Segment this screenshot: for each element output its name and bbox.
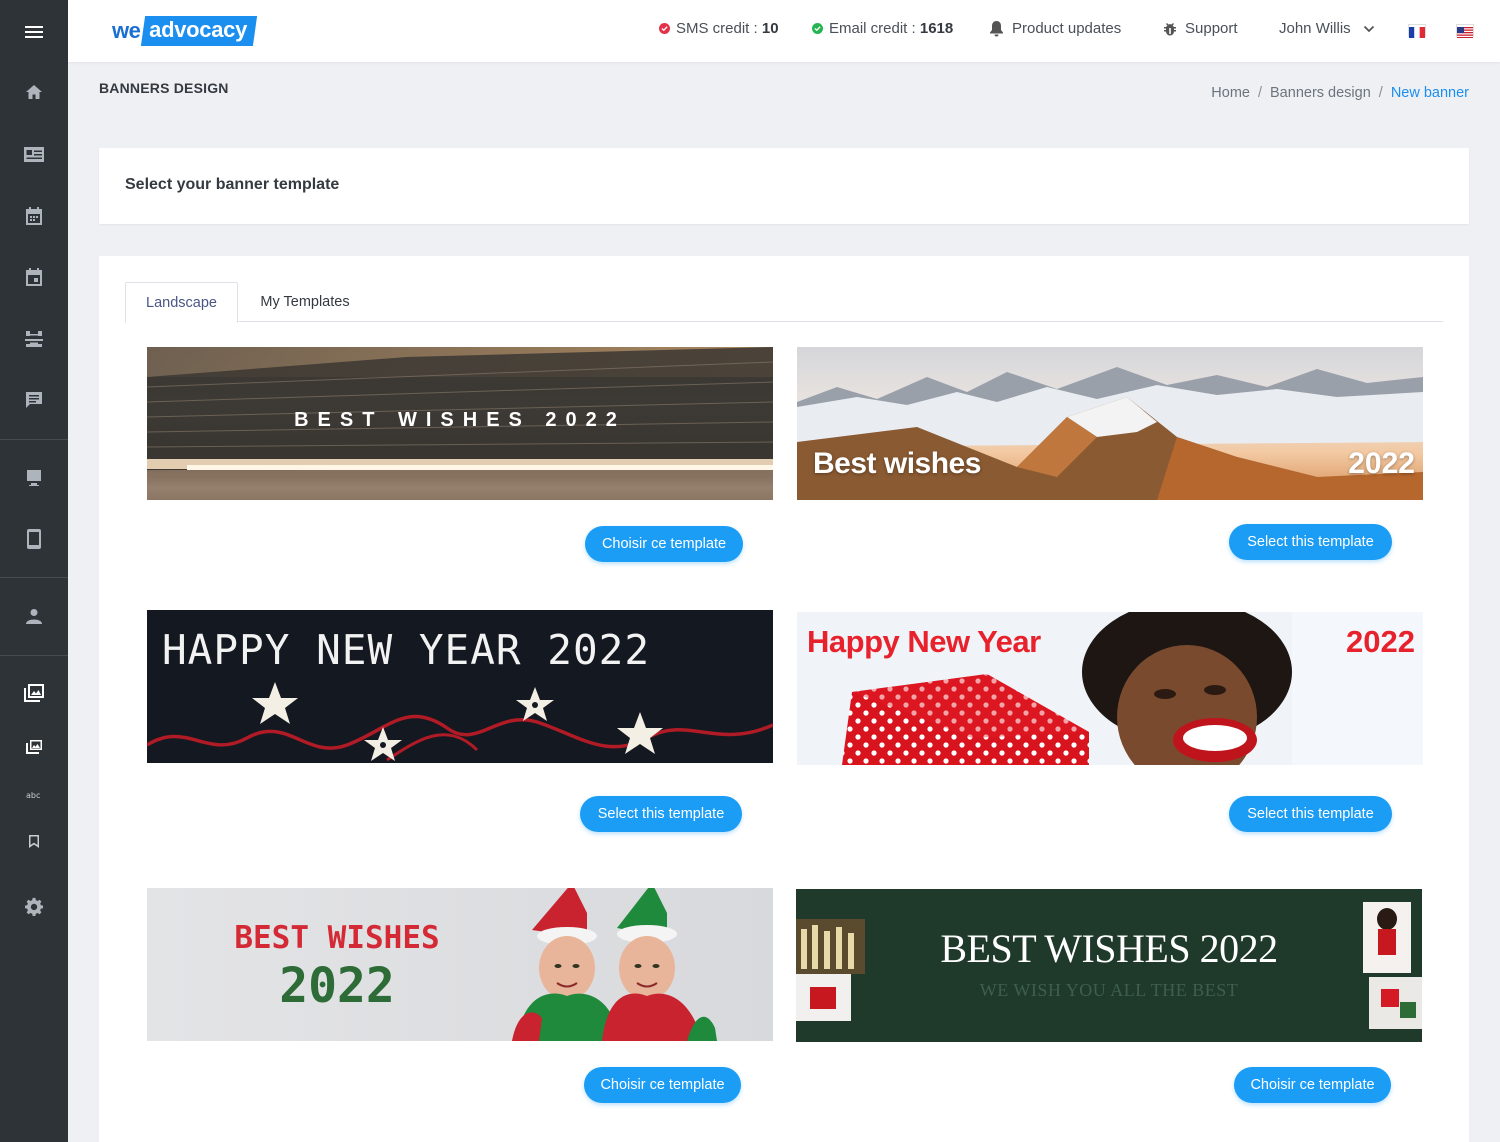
select-template-button[interactable]: Select this template bbox=[1229, 524, 1392, 560]
tab-my-templates[interactable]: My Templates bbox=[245, 282, 365, 322]
breadcrumb-current: New banner bbox=[1390, 85, 1469, 101]
us-flag-icon[interactable] bbox=[1456, 24, 1474, 38]
banner-5-text-line1: BEST WISHES bbox=[234, 920, 440, 956]
sidebar-item-share[interactable] bbox=[0, 319, 68, 359]
sidebar-item-contacts[interactable] bbox=[0, 134, 68, 174]
banner-2-text-left: Best wishes bbox=[813, 447, 981, 480]
banner-template-4[interactable]: Happy New Year 2022 bbox=[797, 612, 1423, 765]
weadvocacy-logo[interactable]: we advocacy bbox=[112, 13, 258, 49]
share-icon bbox=[25, 331, 43, 347]
topbar: we advocacy SMS credit : 10 Email credit… bbox=[68, 0, 1500, 62]
product-updates-link[interactable]: Product updates bbox=[989, 20, 1121, 37]
banner-1-text: BEST WISHES 2022 bbox=[294, 409, 626, 431]
select-template-card: Select your banner template bbox=[99, 148, 1469, 224]
image-icon bbox=[26, 740, 42, 754]
banner-5-text-line2: 2022 bbox=[279, 958, 395, 1014]
sidebar-item-events[interactable] bbox=[0, 257, 68, 297]
banner-2-text-right: 2022 bbox=[1348, 447, 1415, 480]
sidebar-item-desktop[interactable] bbox=[0, 458, 68, 498]
user-menu[interactable]: John Willis bbox=[1279, 20, 1375, 37]
sidebar-item-settings[interactable] bbox=[0, 886, 68, 926]
select-template-button[interactable]: Select this template bbox=[1229, 796, 1392, 832]
breadcrumb: Home / Banners design / New banner bbox=[1211, 85, 1469, 101]
bug-icon bbox=[1164, 22, 1176, 35]
tab-landscape[interactable]: Landscape bbox=[125, 282, 238, 323]
text-icon: abc bbox=[26, 791, 40, 800]
sidebar-item-users[interactable] bbox=[0, 596, 68, 636]
select-template-button[interactable]: Select this template bbox=[580, 796, 742, 832]
banner-template-3[interactable]: HAPPY NEW YEAR 2022 bbox=[147, 610, 773, 763]
select-template-button[interactable]: Choisir ce template bbox=[584, 1067, 741, 1103]
template-tabs: Landscape My Templates bbox=[125, 282, 1443, 323]
sidebar-item-banners[interactable] bbox=[0, 673, 68, 713]
check-circle-icon bbox=[659, 23, 670, 34]
sidebar-item-home[interactable] bbox=[0, 72, 68, 112]
sidebar-subitem-banner-texts[interactable]: abc bbox=[0, 775, 68, 815]
sidebar-subitem-banner-images[interactable] bbox=[0, 727, 68, 767]
card-heading: Select your banner template bbox=[125, 176, 340, 193]
banner-4-text-left: Happy New Year bbox=[807, 624, 1041, 659]
menu-toggle-button[interactable] bbox=[0, 12, 68, 52]
banner-4-text-right: 2022 bbox=[1346, 624, 1415, 659]
user-icon bbox=[26, 609, 42, 624]
event-icon bbox=[26, 267, 42, 286]
banner-template-2[interactable]: Best wishes 2022 bbox=[797, 347, 1423, 500]
bell-icon bbox=[990, 21, 1003, 37]
banner-6-text-sub: WE WISH YOU ALL THE BEST bbox=[979, 980, 1239, 1000]
breadcrumb-home[interactable]: Home bbox=[1211, 85, 1250, 101]
email-credit: Email credit : 1618 bbox=[812, 20, 953, 37]
svg-text:abc: abc bbox=[26, 791, 40, 800]
banner-template-5[interactable]: BEST WISHES 2022 bbox=[147, 888, 773, 1041]
banner-6-text-main: BEST WISHES 2022 bbox=[940, 926, 1278, 971]
contact-card-icon bbox=[24, 146, 44, 162]
breadcrumb-banners-design[interactable]: Banners design bbox=[1270, 85, 1371, 101]
banner-template-6[interactable]: BEST WISHES 2022 WE WISH YOU ALL THE BES… bbox=[796, 889, 1422, 1042]
bookmark-icon bbox=[29, 834, 39, 848]
sidebar-item-messages[interactable] bbox=[0, 380, 68, 420]
banner-template-1[interactable]: BEST WISHES 2022 bbox=[147, 347, 773, 500]
gallery-icon bbox=[24, 684, 44, 702]
check-circle-icon bbox=[812, 23, 823, 34]
chevron-down-icon bbox=[1363, 25, 1374, 32]
banner-3-text: HAPPY NEW YEAR 2022 bbox=[162, 626, 650, 674]
hamburger-icon bbox=[25, 26, 43, 38]
home-icon bbox=[26, 85, 42, 99]
mobile-icon bbox=[27, 529, 41, 549]
page-title: BANNERS DESIGN bbox=[99, 80, 229, 96]
sidebar-item-mobile[interactable] bbox=[0, 519, 68, 559]
settings-icon bbox=[24, 897, 43, 916]
sidebar-item-calendar[interactable] bbox=[0, 196, 68, 236]
select-template-button[interactable]: Choisir ce template bbox=[585, 526, 743, 562]
chat-icon bbox=[26, 392, 42, 408]
select-template-button[interactable]: Choisir ce template bbox=[1234, 1067, 1391, 1103]
sidebar-subitem-banner-saved[interactable] bbox=[0, 821, 68, 861]
calendar-icon bbox=[26, 206, 42, 225]
desktop-icon bbox=[27, 470, 41, 486]
fr-flag-icon[interactable] bbox=[1408, 24, 1426, 38]
sidebar: abc bbox=[0, 0, 68, 1142]
sms-credit: SMS credit : 10 bbox=[659, 20, 779, 37]
support-link[interactable]: Support bbox=[1162, 20, 1238, 37]
